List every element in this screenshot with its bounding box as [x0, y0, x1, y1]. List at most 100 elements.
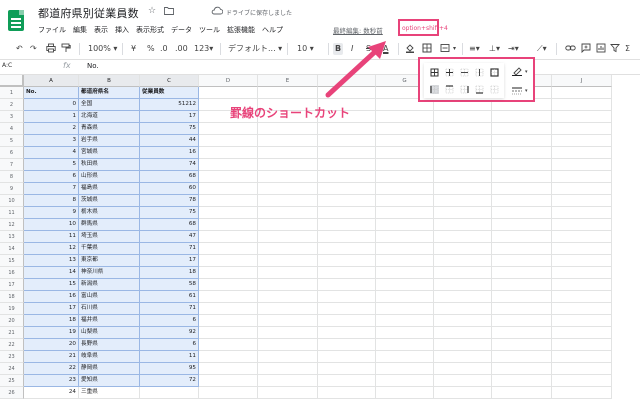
- empty-cell[interactable]: [434, 327, 492, 339]
- border-color-icon[interactable]: [512, 67, 522, 76]
- row-header[interactable]: 21: [0, 327, 24, 339]
- empty-cell[interactable]: [492, 123, 552, 135]
- empty-cell[interactable]: [318, 135, 376, 147]
- empty-cell[interactable]: [199, 243, 258, 255]
- empty-cell[interactable]: [492, 135, 552, 147]
- table-cell[interactable]: 埼玉県: [79, 231, 140, 243]
- wrap-icon[interactable]: ⇥▾: [508, 43, 519, 55]
- empty-cell[interactable]: [492, 387, 552, 399]
- empty-cell[interactable]: [318, 387, 376, 399]
- menu-file[interactable]: ファイル: [38, 25, 66, 37]
- empty-cell[interactable]: [376, 255, 434, 267]
- table-cell[interactable]: 78: [140, 195, 199, 207]
- empty-cell[interactable]: [199, 231, 258, 243]
- empty-cell[interactable]: [376, 111, 434, 123]
- table-cell[interactable]: 13: [24, 255, 79, 267]
- row-header[interactable]: 4: [0, 123, 24, 135]
- star-icon[interactable]: ☆: [148, 6, 156, 16]
- row-header[interactable]: 16: [0, 267, 24, 279]
- table-cell[interactable]: 12: [24, 243, 79, 255]
- empty-cell[interactable]: [492, 267, 552, 279]
- table-cell[interactable]: 1: [24, 111, 79, 123]
- table-cell[interactable]: 68: [140, 171, 199, 183]
- formula-input[interactable]: No.: [87, 62, 99, 70]
- empty-cell[interactable]: [434, 171, 492, 183]
- table-cell[interactable]: 2: [24, 123, 79, 135]
- table-cell[interactable]: 3: [24, 135, 79, 147]
- empty-cell[interactable]: [552, 231, 612, 243]
- empty-cell[interactable]: [258, 375, 318, 387]
- column-header-j[interactable]: J: [552, 75, 612, 87]
- table-cell[interactable]: 4: [24, 147, 79, 159]
- table-cell[interactable]: 秋田県: [79, 159, 140, 171]
- horizontal-borders-icon[interactable]: [460, 68, 469, 77]
- empty-cell[interactable]: [434, 351, 492, 363]
- table-cell[interactable]: 全国: [79, 99, 140, 111]
- empty-cell[interactable]: [492, 303, 552, 315]
- empty-cell[interactable]: [434, 315, 492, 327]
- table-cell[interactable]: 44: [140, 135, 199, 147]
- empty-cell[interactable]: [318, 327, 376, 339]
- empty-cell[interactable]: [552, 243, 612, 255]
- table-header-cell[interactable]: 従業員数: [140, 87, 199, 99]
- empty-cell[interactable]: [258, 279, 318, 291]
- empty-cell[interactable]: [318, 159, 376, 171]
- row-header[interactable]: 17: [0, 279, 24, 291]
- row-header[interactable]: 9: [0, 183, 24, 195]
- empty-cell[interactable]: [552, 387, 612, 399]
- table-cell[interactable]: 75: [140, 207, 199, 219]
- empty-cell[interactable]: [258, 135, 318, 147]
- table-cell[interactable]: 75: [140, 123, 199, 135]
- empty-cell[interactable]: [434, 147, 492, 159]
- table-cell[interactable]: 山梨県: [79, 327, 140, 339]
- menu-help[interactable]: ヘルプ: [262, 25, 283, 37]
- font-select[interactable]: デフォルト... ▾: [228, 43, 282, 55]
- empty-cell[interactable]: [492, 243, 552, 255]
- empty-cell[interactable]: [552, 99, 612, 111]
- table-cell[interactable]: 8: [24, 195, 79, 207]
- empty-cell[interactable]: [318, 231, 376, 243]
- outer-borders-icon[interactable]: [490, 68, 499, 77]
- empty-cell[interactable]: [199, 219, 258, 231]
- table-cell[interactable]: 23: [24, 375, 79, 387]
- clear-borders-icon[interactable]: [490, 85, 499, 94]
- table-cell[interactable]: 19: [24, 327, 79, 339]
- table-cell[interactable]: [140, 387, 199, 399]
- empty-cell[interactable]: [376, 171, 434, 183]
- empty-cell[interactable]: [376, 291, 434, 303]
- table-cell[interactable]: 茨城県: [79, 195, 140, 207]
- empty-cell[interactable]: [376, 183, 434, 195]
- empty-cell[interactable]: [552, 111, 612, 123]
- table-cell[interactable]: 6: [140, 315, 199, 327]
- menu-data[interactable]: データ: [171, 25, 192, 37]
- empty-cell[interactable]: [199, 255, 258, 267]
- empty-cell[interactable]: [434, 387, 492, 399]
- percent-button[interactable]: %: [147, 43, 155, 55]
- table-cell[interactable]: 22: [24, 363, 79, 375]
- row-header[interactable]: 26: [0, 387, 24, 399]
- empty-cell[interactable]: [258, 195, 318, 207]
- empty-cell[interactable]: [552, 255, 612, 267]
- empty-cell[interactable]: [376, 339, 434, 351]
- empty-cell[interactable]: [376, 147, 434, 159]
- empty-cell[interactable]: [199, 315, 258, 327]
- sheets-logo-icon[interactable]: [8, 10, 24, 31]
- empty-cell[interactable]: [199, 327, 258, 339]
- empty-cell[interactable]: [258, 147, 318, 159]
- table-cell[interactable]: 千葉県: [79, 243, 140, 255]
- table-cell[interactable]: 群馬県: [79, 219, 140, 231]
- table-cell[interactable]: 6: [140, 339, 199, 351]
- empty-cell[interactable]: [258, 291, 318, 303]
- row-header[interactable]: 19: [0, 303, 24, 315]
- table-cell[interactable]: 宮城県: [79, 147, 140, 159]
- decrease-decimal-button[interactable]: .0: [160, 43, 168, 55]
- empty-cell[interactable]: [318, 195, 376, 207]
- table-cell[interactable]: 新潟県: [79, 279, 140, 291]
- row-header[interactable]: 3: [0, 111, 24, 123]
- zoom-select[interactable]: 100% ▾: [88, 43, 117, 55]
- table-cell[interactable]: 18: [140, 267, 199, 279]
- empty-cell[interactable]: [434, 267, 492, 279]
- empty-cell[interactable]: [552, 159, 612, 171]
- table-cell[interactable]: 14: [24, 267, 79, 279]
- row-header[interactable]: 2: [0, 99, 24, 111]
